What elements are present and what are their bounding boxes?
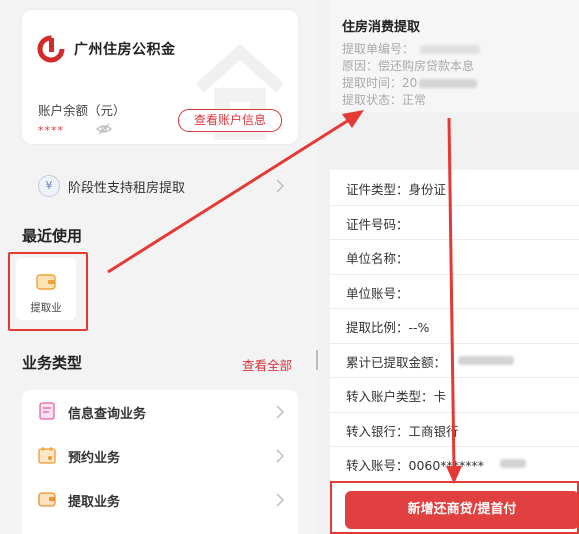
withdraw-reason-line: 原因：偿还购房贷款本息 (342, 59, 475, 73)
table-row: 单位账号： (330, 274, 579, 309)
business-list: 信息查询业务 预约业务 提取业务 (22, 390, 298, 534)
detail-text: 证件号码： (346, 216, 409, 232)
list-item-label: 提取业务 (68, 495, 121, 510)
table-row: 证件号码： (330, 205, 579, 240)
detail-text: 转入账户类型：卡 (346, 389, 447, 404)
annotation-box-cta (330, 481, 579, 534)
chevron-right-icon (276, 449, 284, 463)
detail-text: 累计已提取金额： (346, 354, 447, 370)
view-account-button[interactable]: 查看账户信息 (178, 109, 282, 132)
calendar-icon (38, 447, 56, 464)
panel-divider[interactable] (316, 350, 318, 370)
table-row: 单位名称： (330, 239, 579, 275)
balance-value: **** (38, 124, 64, 137)
withdraw-no-line: 提取单编号： (342, 40, 481, 57)
wallet-icon (38, 492, 56, 507)
detail-text: 转入银行：工商银行 (346, 423, 459, 439)
withdraw-no-label: 提取单编号： (342, 42, 415, 56)
brand-name: 广州住房公积金 (74, 42, 176, 58)
withdraw-summary-card[interactable]: 住房消费提取 提取单编号： 原因：偿还购房贷款本息 提取时间：20 提取状态：正… (330, 0, 579, 112)
list-item[interactable]: 信息查询业务 (22, 390, 298, 434)
withdraw-time-line: 提取时间：20 (342, 74, 478, 91)
list-item[interactable]: 提取业务 (22, 478, 298, 522)
detail-text: 单位名称： (346, 251, 409, 266)
table-row: 转入账户类型：卡 (330, 377, 579, 413)
annotation-box-recent (8, 252, 88, 331)
table-row: 证件类型：身份证 (330, 170, 579, 206)
withdraw-time-label: 提取时间：20 (342, 76, 418, 90)
table-row: 转入银行：工商银行 (330, 412, 579, 447)
gzgjj-logo-icon (37, 35, 65, 63)
balance-label: 账户余额（元） (38, 103, 126, 118)
list-item-label: 预约业务 (68, 451, 121, 466)
chevron-right-icon (276, 179, 284, 193)
detail-text: 提取比例：--% (346, 320, 430, 335)
list-item-label: 信息查询业务 (68, 407, 147, 422)
table-row: 累计已提取金额： (330, 343, 579, 378)
list-item[interactable]: 预约业务 (22, 434, 298, 478)
eye-off-icon[interactable] (96, 121, 112, 137)
info-query-icon (39, 402, 55, 420)
yuan-icon: ¥ (38, 175, 60, 197)
home-panel: 广州住房公积金 账户余额（元） **** 查看账户信息 ¥ 阶段性支持租房提取 … (0, 0, 318, 534)
view-all-link[interactable]: 查看全部 (242, 355, 292, 374)
detail-text: 证件类型：身份证 (346, 182, 447, 197)
table-row: 提取比例：--% (330, 308, 579, 344)
stage-rent-withdraw-item[interactable]: ¥ 阶段性支持租房提取 (22, 164, 298, 208)
withdraw-status-line: 提取状态：正常 (342, 93, 427, 107)
detail-text: 转入账号：0060******* (346, 458, 485, 473)
stage-rent-withdraw-label: 阶段性支持租房提取 (68, 181, 186, 196)
business-title: 业务类型 (22, 354, 83, 372)
recent-title: 最近使用 (22, 227, 83, 245)
chevron-right-icon (276, 405, 284, 419)
detail-text: 单位账号： (346, 285, 409, 301)
account-card[interactable]: 广州住房公积金 账户余额（元） **** 查看账户信息 (22, 10, 298, 144)
withdraw-summary-title: 住房消费提取 (342, 20, 421, 35)
arrowhead-icon (342, 110, 364, 128)
chevron-right-icon (276, 493, 284, 507)
withdraw-detail-list: 证件类型：身份证 证件号码： 单位名称： 单位账号： 提取比例：--% 累计已提… (330, 170, 579, 480)
table-row: 转入账号：0060******* (330, 446, 579, 481)
